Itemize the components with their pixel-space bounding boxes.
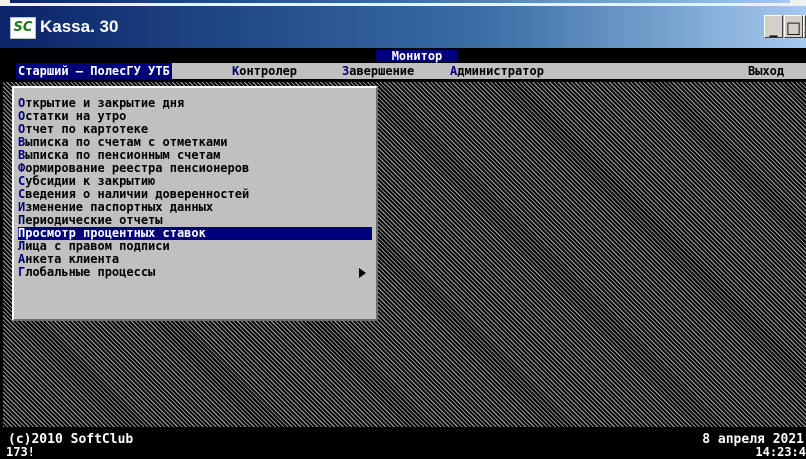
- option-label: зменение паспортных данных: [25, 200, 214, 214]
- menu-label: дминистратор: [457, 64, 544, 78]
- menu-item-exit[interactable]: Выход: [748, 63, 784, 79]
- option-label: лобальные процессы: [25, 265, 156, 279]
- terminal-screen: Монитор Старший – ПолесГУ УТБ Контролер …: [0, 48, 806, 459]
- menu-item-admin[interactable]: Администратор: [450, 63, 544, 79]
- option-label: тчет по картотеке: [25, 122, 149, 136]
- option-label: статки на утро: [25, 109, 127, 123]
- menu-label: авершение: [349, 64, 415, 78]
- current-date: 8 апреля 2021: [700, 432, 806, 447]
- option-label: ыписка по пенсионным счетам: [25, 148, 221, 162]
- option-label: росмотр процентных ставок: [25, 226, 206, 240]
- status-code: 173!: [6, 445, 35, 459]
- option-label: ормирование реестра пенсионеров: [25, 161, 250, 175]
- menu-item-senior[interactable]: Старший – ПолесГУ УТБ: [16, 63, 172, 79]
- minimize-button[interactable]: _: [764, 15, 783, 38]
- top-strip-gradient: [10, 0, 790, 3]
- option-label: ведения о наличии доверенностей: [25, 187, 250, 201]
- option-label: ткрытие и закрытие дня: [25, 96, 185, 110]
- option-label: ица с правом подписи: [25, 239, 170, 253]
- option-label: нкета клиента: [25, 252, 120, 266]
- menu-item-finish[interactable]: Завершение: [342, 63, 414, 79]
- option-label: убсидии к закрытию: [25, 174, 156, 188]
- menu-item-controller[interactable]: Контролер: [232, 63, 297, 79]
- option-label: ыписка по счетам с отметками: [25, 135, 228, 149]
- window-title: Kassa. 30: [40, 17, 119, 36]
- softclub-app-icon[interactable]: SC: [10, 17, 36, 39]
- top-menubar: Старший – ПолесГУ УТБ Контролер Завершен…: [16, 63, 806, 79]
- menu-option-submenu[interactable]: Глобальные процессы: [18, 266, 372, 279]
- window-titlebar[interactable]: SC Kassa. 30 _ □ x: [0, 6, 806, 48]
- submenu-arrow-icon: [359, 268, 366, 278]
- monitor-tab: Монитор: [376, 50, 458, 62]
- current-time: 14:23:4: [755, 445, 806, 459]
- menu-label: онтролер: [239, 64, 298, 78]
- option-label: ериодические отчеты: [25, 213, 163, 227]
- maximize-button[interactable]: □: [784, 15, 803, 38]
- reports-popup-menu: Открытие и закрытие дня Остатки на утро …: [12, 86, 378, 321]
- copyright-text: (c)2010 SoftClub: [6, 432, 136, 447]
